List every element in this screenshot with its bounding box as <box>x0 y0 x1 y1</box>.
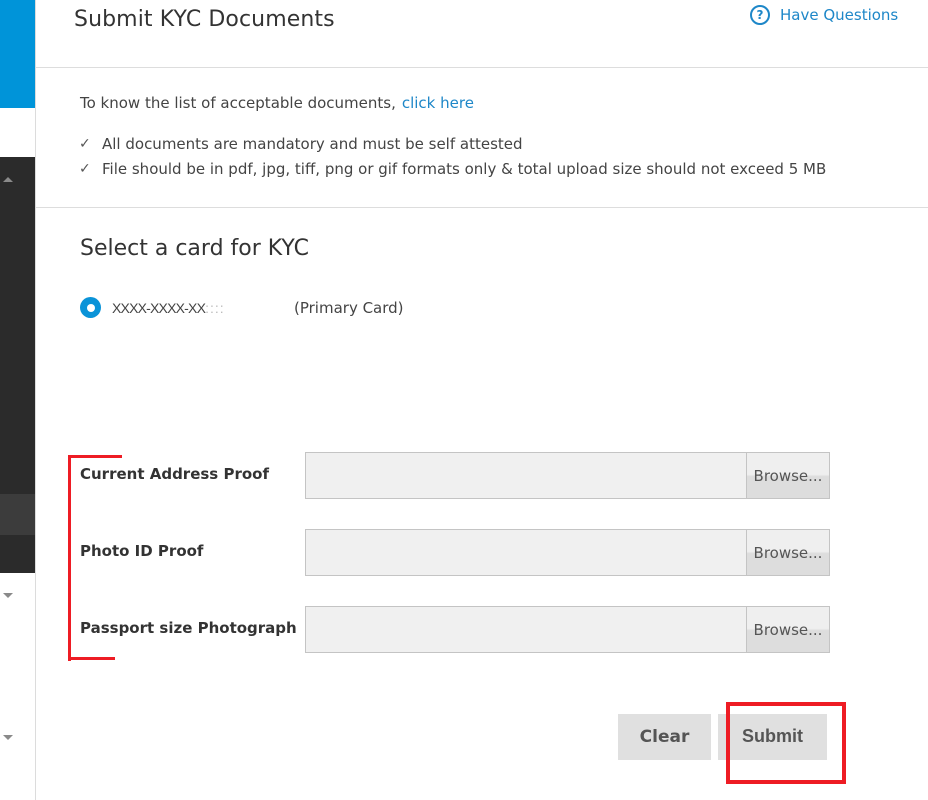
card-section-title: Select a card for KYC <box>80 236 310 261</box>
annotation-bracket-top <box>68 455 122 458</box>
photo-id-proof-file-input[interactable]: Browse... <box>305 529 830 576</box>
check-icon: ✓ <box>79 161 91 177</box>
card-number-redacted: :::: <box>205 299 225 316</box>
have-questions-link[interactable]: ? Have Questions <box>750 5 898 25</box>
radio-selected-icon[interactable] <box>80 297 101 318</box>
annotation-bracket-bottom <box>68 657 115 660</box>
clear-button[interactable]: Clear <box>618 714 711 760</box>
sidebar-menu-item-highlighted[interactable] <box>0 494 35 535</box>
card-radio-option[interactable]: XXXX-XXXX-XX:::: (Primary Card) <box>80 297 404 318</box>
check-icon: ✓ <box>79 136 91 152</box>
file-name-display[interactable] <box>306 530 746 575</box>
requirement-text: File should be in pdf, jpg, tiff, png or… <box>102 160 827 178</box>
card-number: XXXX-XXXX-XX:::: <box>112 300 294 316</box>
sidebar <box>0 0 35 800</box>
caret-down-icon[interactable] <box>3 735 13 740</box>
file-name-display[interactable] <box>306 607 746 652</box>
passport-photo-file-input[interactable]: Browse... <box>305 606 830 653</box>
requirement-item: ✓ All documents are mandatory and must b… <box>79 134 826 159</box>
browse-button[interactable]: Browse... <box>746 530 829 575</box>
acceptable-documents-info: To know the list of acceptable documents… <box>80 94 474 112</box>
card-type-label: (Primary Card) <box>294 298 404 317</box>
question-circle-icon: ? <box>750 5 770 25</box>
card-number-masked: XXXX-XXXX-XX <box>112 299 206 316</box>
sidebar-divider <box>35 0 36 800</box>
page-title: Submit KYC Documents <box>74 7 335 32</box>
sidebar-active-tab[interactable] <box>0 0 35 108</box>
browse-button[interactable]: Browse... <box>746 607 829 652</box>
submit-button[interactable]: Submit <box>718 714 827 760</box>
caret-up-icon[interactable] <box>3 177 13 182</box>
radio-dot <box>86 303 95 312</box>
have-questions-label: Have Questions <box>780 6 899 24</box>
annotation-bracket <box>68 455 71 661</box>
address-proof-label: Current Address Proof <box>80 465 269 483</box>
click-here-link[interactable]: click here <box>402 94 474 112</box>
requirements-list: ✓ All documents are mandatory and must b… <box>79 134 826 184</box>
requirement-item: ✓ File should be in pdf, jpg, tiff, png … <box>79 159 826 184</box>
browse-button[interactable]: Browse... <box>746 453 829 498</box>
photo-id-proof-label: Photo ID Proof <box>80 542 204 560</box>
requirement-text: All documents are mandatory and must be … <box>102 135 523 153</box>
header-divider <box>36 67 928 68</box>
section-divider <box>36 207 928 208</box>
file-name-display[interactable] <box>306 453 746 498</box>
passport-photo-label: Passport size Photograph <box>80 619 297 637</box>
address-proof-file-input[interactable]: Browse... <box>305 452 830 499</box>
caret-down-icon[interactable] <box>3 593 13 598</box>
acceptable-documents-text: To know the list of acceptable documents… <box>80 94 396 112</box>
